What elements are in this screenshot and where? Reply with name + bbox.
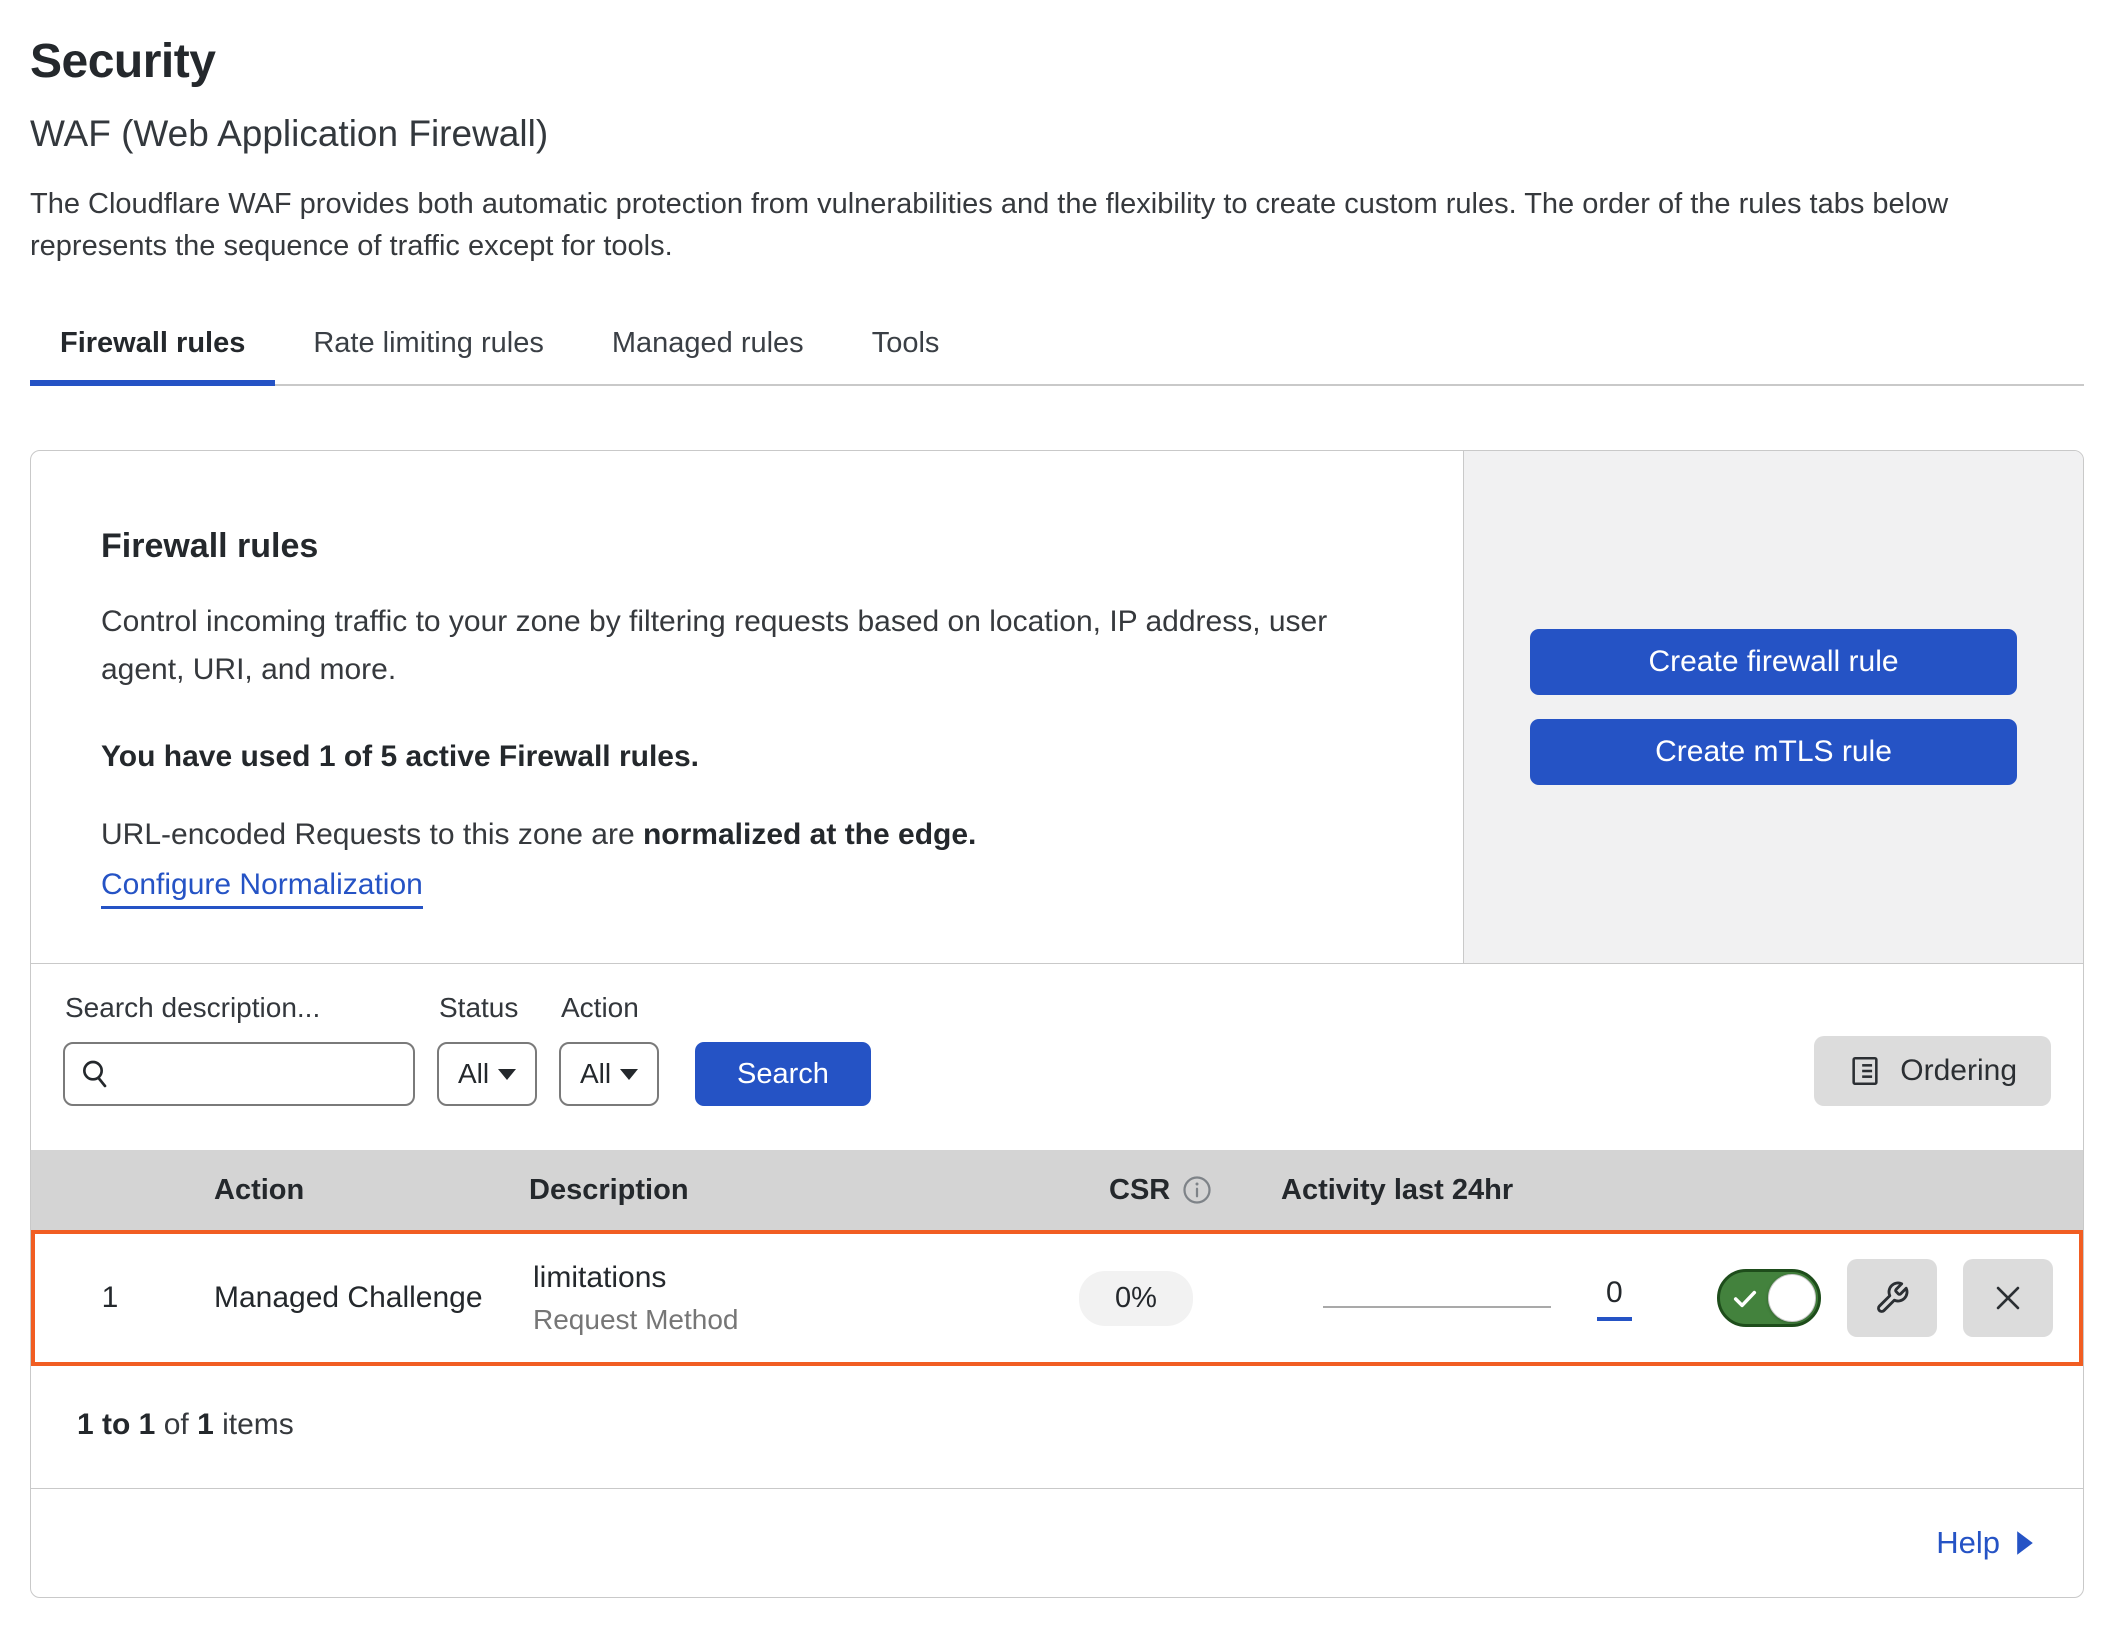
csr-badge: 0% [1079,1271,1193,1326]
help-label: Help [1936,1525,2000,1561]
header-csr: CSR [1031,1174,1243,1207]
configure-normalization-link[interactable]: Configure Normalization [101,868,423,909]
status-label: Status [437,992,537,1024]
search-input[interactable] [63,1042,415,1106]
activity-count-link[interactable]: 0 [1597,1276,1632,1321]
action-label: Action [559,992,659,1024]
action-selected-value: All [580,1058,611,1090]
status-filter-group: Status All [437,992,537,1106]
status-selected-value: All [458,1058,489,1090]
status-select[interactable]: All [437,1042,537,1106]
rule-description-cell: limitations Request Method [515,1261,1027,1336]
info-icon[interactable] [1182,1175,1212,1205]
header-activity: Activity last 24hr [1243,1174,1683,1207]
items-word: items [222,1408,294,1441]
of-word: of [164,1408,189,1441]
ordering-button[interactable]: Ordering [1814,1036,2051,1106]
list-ordering-icon [1848,1054,1882,1088]
delete-rule-button[interactable] [1963,1259,2053,1337]
rule-controls-cell [1679,1259,2079,1337]
search-button[interactable]: Search [695,1042,871,1106]
rules-table-header: Action Description CSR Activity last 24h… [31,1150,2083,1230]
card-top-section: Firewall rules Control incoming traffic … [31,451,2083,963]
normalization-text: URL-encoded Requests to this zone are [101,818,643,851]
firewall-rules-card: Firewall rules Control incoming traffic … [30,450,2084,1598]
help-row: Help [31,1488,2083,1597]
rule-description: limitations [533,1261,1027,1295]
create-mtls-rule-button[interactable]: Create mTLS rule [1530,719,2017,785]
rules-tab-bar: Firewall rules Rate limiting rules Manag… [30,327,2084,386]
check-icon [1731,1285,1759,1313]
action-filter-group: Action All [559,992,659,1106]
rule-priority: 1 [35,1281,185,1315]
ordering-button-label: Ordering [1900,1054,2017,1088]
edit-rule-button[interactable] [1847,1259,1937,1337]
normalization-bold-text: normalized at the edge. [643,818,976,851]
toggle-knob [1768,1274,1816,1322]
tab-firewall-rules[interactable]: Firewall rules [30,327,275,384]
create-firewall-rule-button[interactable]: Create firewall rule [1530,629,2017,695]
items-total: 1 [197,1408,214,1441]
pagination-summary: 1 to 1 of 1 items [31,1366,2083,1488]
search-filter-group: Search description... [63,992,415,1106]
filter-bar: Search description... Status All Action [31,963,2083,1150]
page-description: The Cloudflare WAF provides both automat… [30,183,2080,267]
arrow-right-icon [2015,1530,2035,1556]
search-label: Search description... [63,992,415,1024]
table-row-highlighted: 1 Managed Challenge limitations Request … [31,1230,2083,1366]
header-csr-label: CSR [1109,1174,1170,1207]
search-field-wrap [63,1042,415,1106]
normalization-note: URL-encoded Requests to this zone are no… [101,818,1423,852]
rule-csr-cell: 0% [1027,1271,1239,1326]
rule-expression: Request Method [533,1304,1027,1336]
firewall-rules-info: Firewall rules Control incoming traffic … [31,451,1463,963]
help-link[interactable]: Help [1936,1525,2035,1561]
page-subtitle: WAF (Web Application Firewall) [30,113,2084,155]
items-range: 1 to 1 [77,1408,155,1441]
tab-tools[interactable]: Tools [842,327,970,384]
tab-managed-rules[interactable]: Managed rules [582,327,834,384]
action-select[interactable]: All [559,1042,659,1106]
usage-summary: You have used 1 of 5 active Firewall rul… [101,740,1423,774]
panel-heading: Firewall rules [101,527,1423,566]
chevron-down-icon [620,1069,638,1080]
chevron-down-icon [498,1069,516,1080]
tab-rate-limiting-rules[interactable]: Rate limiting rules [283,327,573,384]
rule-activity-cell: 0 [1239,1276,1679,1321]
header-description: Description [511,1174,1031,1207]
rule-action: Managed Challenge [185,1281,515,1315]
rule-enabled-toggle[interactable] [1717,1269,1821,1327]
security-waf-page: Security WAF (Web Application Firewall) … [0,0,2114,1598]
activity-sparkline [1323,1306,1551,1308]
actions-panel: Create firewall rule Create mTLS rule [1463,451,2083,963]
search-icon [79,1058,111,1090]
wrench-icon [1874,1280,1910,1316]
panel-description: Control incoming traffic to your zone by… [101,598,1401,694]
header-action: Action [181,1174,511,1207]
close-icon [1991,1281,2025,1315]
page-title: Security [30,34,2084,89]
